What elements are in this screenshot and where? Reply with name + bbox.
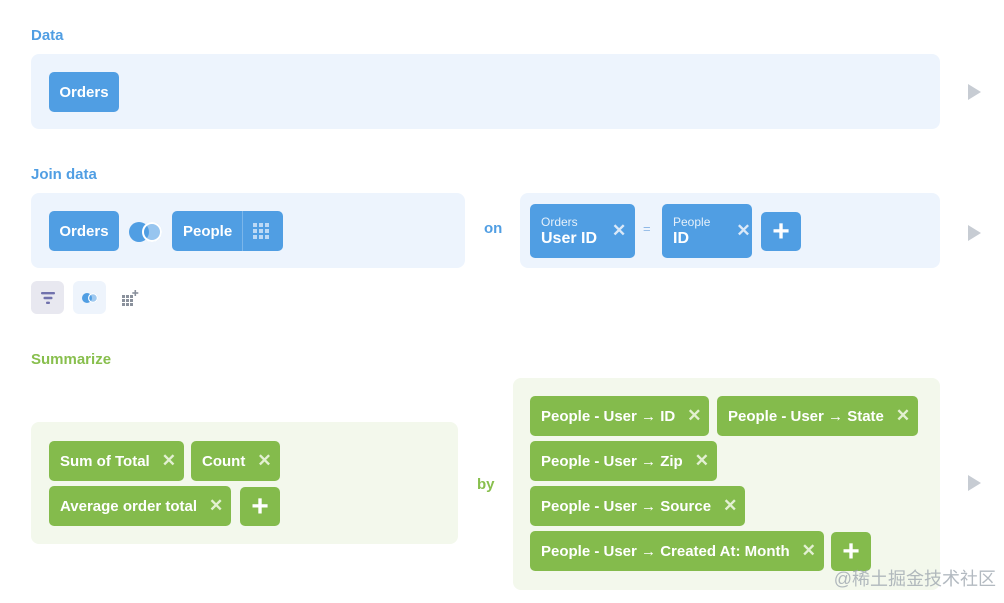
filter-lines-glyph: [40, 291, 55, 304]
grid-plus-glyph: [121, 289, 138, 306]
remove-breakout-icon[interactable]: ✕: [723, 496, 737, 516]
watermark-text: @稀土掘金技术社区: [833, 569, 996, 589]
metric-pill[interactable]: Average order total ✕: [49, 486, 232, 526]
data-table-button[interactable]: Orders: [49, 72, 119, 112]
breakout-label: People - User → ID: [541, 407, 676, 425]
summarize-preview-arrow-icon[interactable]: [968, 475, 981, 491]
grid-icon[interactable]: [253, 223, 269, 239]
custom-column-icon[interactable]: [114, 281, 147, 314]
data-table-label: Orders: [59, 83, 109, 101]
metric-label: Sum of Total: [60, 452, 150, 470]
remove-breakout-icon[interactable]: ✕: [695, 451, 709, 471]
breakout-pill[interactable]: People - User → Zip ✕: [530, 441, 717, 481]
join-venn-glyph: [81, 292, 98, 303]
add-metric-button[interactable]: +: [240, 487, 280, 526]
join-preview-arrow-icon[interactable]: [968, 225, 981, 241]
summarize-by-label: by: [477, 476, 495, 493]
remove-metric-icon[interactable]: ✕: [162, 451, 176, 471]
metric-pill[interactable]: Sum of Total ✕: [49, 441, 184, 481]
breakout-label: People - User → Created At: Month: [541, 542, 790, 560]
remove-right-key-icon[interactable]: ✕: [736, 221, 750, 241]
metric-label: Count: [202, 452, 246, 470]
metric-label: Average order total: [60, 497, 197, 515]
join-icon[interactable]: [73, 281, 106, 314]
data-preview-arrow-icon[interactable]: [968, 84, 981, 100]
breakout-pill[interactable]: People - User → Created At: Month ✕: [530, 531, 824, 571]
equals-sign: =: [643, 221, 651, 236]
join-left-key-button[interactable]: Orders User ID ✕: [530, 204, 635, 258]
join-right-table-button[interactable]: People: [172, 211, 283, 251]
data-panel: Orders: [31, 54, 940, 129]
breakout-label: People - User → State: [728, 407, 884, 425]
breakout-label: People - User → Zip: [541, 452, 683, 470]
join-right-table-label: People: [183, 222, 233, 240]
data-section-title: Data: [31, 27, 64, 44]
remove-breakout-icon[interactable]: ✕: [687, 406, 701, 426]
venn-icon[interactable]: [127, 220, 165, 244]
join-left-table-label: Orders: [59, 222, 109, 240]
breakout-pill[interactable]: People - User → State ✕: [717, 396, 919, 436]
remove-metric-icon[interactable]: ✕: [257, 451, 271, 471]
breakout-pill[interactable]: People - User → Source ✕: [530, 486, 746, 526]
add-join-condition-button[interactable]: +: [761, 212, 801, 251]
join-right-key-button[interactable]: People ID ✕: [662, 204, 752, 258]
remove-left-key-icon[interactable]: ✕: [612, 221, 626, 241]
summarize-section-title: Summarize: [31, 351, 112, 368]
remove-breakout-icon[interactable]: ✕: [802, 541, 816, 561]
breakout-pill[interactable]: People - User → ID ✕: [530, 396, 710, 436]
breakout-label: People - User → Source: [541, 497, 712, 515]
join-right-key-field: ID: [673, 229, 689, 247]
remove-metric-icon[interactable]: ✕: [209, 496, 223, 516]
remove-breakout-icon[interactable]: ✕: [896, 406, 910, 426]
join-left-key-field: User ID: [541, 229, 598, 247]
pill-divider: [242, 211, 243, 251]
join-right-key-table: People: [673, 214, 711, 229]
join-condition-panel: Orders User ID ✕ = People ID ✕ +: [520, 193, 940, 268]
join-on-label: on: [484, 220, 503, 237]
metrics-panel: Sum of Total ✕ Count ✕ Average order tot…: [31, 422, 458, 544]
join-section-title: Join data: [31, 166, 97, 183]
join-left-table-button[interactable]: Orders: [49, 211, 119, 251]
join-left-key-table: Orders: [541, 214, 578, 229]
filter-icon[interactable]: [31, 281, 64, 314]
join-tables-panel: Orders People: [31, 193, 465, 268]
metric-pill[interactable]: Count ✕: [191, 441, 280, 481]
breakouts-panel: People - User → ID ✕ People - User → Sta…: [513, 378, 940, 590]
